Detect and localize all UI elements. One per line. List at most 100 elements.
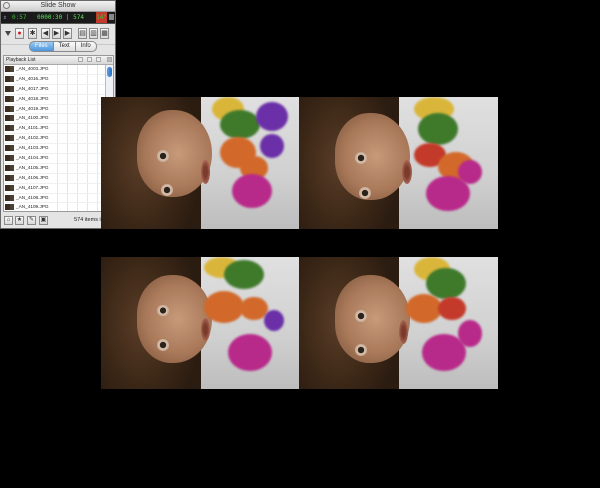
list-item[interactable]: _AN_4107.JPG (4, 183, 105, 194)
disclosure-triangle-icon[interactable] (5, 31, 11, 36)
list-item[interactable]: _AN_4103.JPG (4, 144, 105, 155)
tab-text[interactable]: Text (52, 41, 76, 52)
file-name: _AN_4101.JPG (16, 125, 49, 131)
list-item[interactable]: _AN_4016.JPG (4, 74, 105, 85)
thumbnail-icon (5, 145, 14, 152)
playback-rows: _AN_4003.JPG _AN_4016.JPG _AN_4017.JPG _AN_… (4, 65, 105, 211)
list-item[interactable]: _AN_4017.JPG (4, 84, 105, 95)
file-name: _AN_4100.JPG (16, 115, 49, 121)
view-single-icon[interactable]: ▤ (78, 28, 87, 39)
stop-icon[interactable]: ● (15, 28, 24, 39)
lock-icon[interactable] (107, 57, 112, 62)
column-icon[interactable] (78, 57, 83, 62)
row-columns (48, 154, 105, 163)
row-columns (48, 173, 105, 183)
list-item[interactable]: _AN_4101.JPG (4, 124, 105, 135)
row-columns (48, 94, 105, 104)
thumbnail-icon (5, 184, 14, 191)
gear-icon[interactable]: ✱ (28, 28, 37, 39)
resize-icon[interactable] (109, 14, 114, 20)
file-name: _AN_4018.JPG (16, 95, 49, 101)
list-item[interactable]: _AN_4100.JPG (4, 114, 105, 125)
row-columns (48, 84, 105, 94)
thumbnail-icon (5, 75, 14, 82)
file-name: _AN_4016.JPG (16, 75, 49, 81)
time-readout: ⇕ 0:57 0000:30 | 574 14" (1, 12, 115, 24)
close-button[interactable] (3, 2, 10, 9)
tag-icon[interactable]: ✎ (27, 216, 36, 225)
file-name: _AN_4105.JPG (16, 164, 49, 170)
thumbnail-icon (5, 194, 14, 201)
thumbnail-icon (5, 105, 14, 112)
thumbnail-icon (5, 95, 14, 102)
slide-4[interactable] (299, 257, 498, 389)
slide-show-palette: Slide Show ⇕ 0:57 0000:30 | 574 14" ● ✱ … (0, 0, 116, 229)
palette-titlebar[interactable]: Slide Show (1, 1, 115, 12)
file-name: _AN_4109.JPG (16, 204, 49, 210)
list-item[interactable]: _AN_4104.JPG (4, 154, 105, 164)
thumbnail-icon (5, 155, 14, 162)
row-columns (48, 74, 105, 84)
tab-info[interactable]: Info (74, 41, 97, 52)
file-name: _AN_4106.JPG (16, 174, 49, 180)
slide-3[interactable] (101, 257, 300, 389)
row-columns (48, 183, 105, 193)
row-columns (48, 134, 105, 144)
thumbnail-icon (5, 66, 14, 72)
file-name: _AN_4103.JPG (16, 145, 49, 151)
file-name: _AN_4108.JPG (16, 194, 49, 200)
up-down-arrows-icon[interactable]: ⇕ (3, 12, 7, 23)
file-name: _AN_4017.JPG (16, 85, 49, 91)
row-columns (48, 144, 105, 154)
thumbnail-icon (5, 174, 14, 181)
scroll-thumb[interactable] (107, 67, 112, 77)
list-item[interactable]: _AN_4109.JPG (4, 203, 105, 211)
list-item[interactable]: _AN_4106.JPG (4, 173, 105, 184)
row-columns (48, 104, 105, 114)
row-columns (48, 124, 105, 134)
star-icon[interactable]: ★ (15, 216, 24, 225)
file-name: _AN_4019.JPG (16, 105, 49, 111)
playback-list-title: Playback List (6, 57, 36, 63)
thumbnail-icon (5, 115, 14, 122)
tab-files[interactable]: Files (29, 41, 54, 52)
slide-2[interactable] (299, 97, 498, 229)
row-columns (48, 203, 105, 211)
next-icon[interactable]: ▶ (63, 28, 72, 39)
thumbnail-icon (5, 125, 14, 132)
slide-counter: 0000:30 | 574 (37, 14, 84, 21)
edit-icon[interactable]: ▣ (39, 216, 48, 225)
column-icon[interactable] (87, 57, 92, 62)
file-name: _AN_4102.JPG (16, 135, 49, 141)
list-item[interactable]: _AN_4003.JPG (4, 65, 105, 75)
slide-1[interactable] (101, 97, 300, 229)
list-item[interactable]: _AN_4019.JPG (4, 104, 105, 115)
duration-value: 14" (96, 12, 107, 23)
elapsed-time: 0:57 (12, 14, 27, 21)
list-item[interactable]: _AN_4108.JPG (4, 193, 105, 204)
column-icon[interactable] (96, 57, 101, 62)
row-columns (48, 163, 105, 173)
list-item[interactable]: _AN_4105.JPG (4, 163, 105, 174)
row-columns (48, 65, 105, 74)
palette-footer: ⌂ ★ ✎ ▣ 574 items in list (1, 213, 115, 227)
thumbnail-icon (5, 164, 14, 171)
file-name: _AN_4003.JPG (16, 66, 49, 71)
file-name: _AN_4107.JPG (16, 184, 49, 190)
view-zoom-icon[interactable]: ▥ (89, 28, 98, 39)
thumbnail-icon (5, 135, 14, 142)
view-tabs: Files Text Info (29, 41, 97, 52)
window-title: Slide Show (40, 2, 76, 9)
row-columns (48, 193, 105, 203)
play-icon[interactable]: ▶ (52, 28, 61, 39)
list-item[interactable]: _AN_4102.JPG (4, 134, 105, 145)
view-grid-icon[interactable]: ▦ (100, 28, 109, 39)
previous-icon[interactable]: ◀ (41, 28, 50, 39)
playback-list: Playback List _AN_4003.JPG _AN_4016.JPG _A… (3, 55, 114, 212)
row-columns (48, 114, 105, 124)
thumbnail-icon (5, 204, 14, 211)
file-name: _AN_4104.JPG (16, 155, 49, 161)
playback-list-header: Playback List (4, 56, 113, 65)
home-icon[interactable]: ⌂ (4, 216, 13, 225)
list-item[interactable]: _AN_4018.JPG (4, 94, 105, 105)
